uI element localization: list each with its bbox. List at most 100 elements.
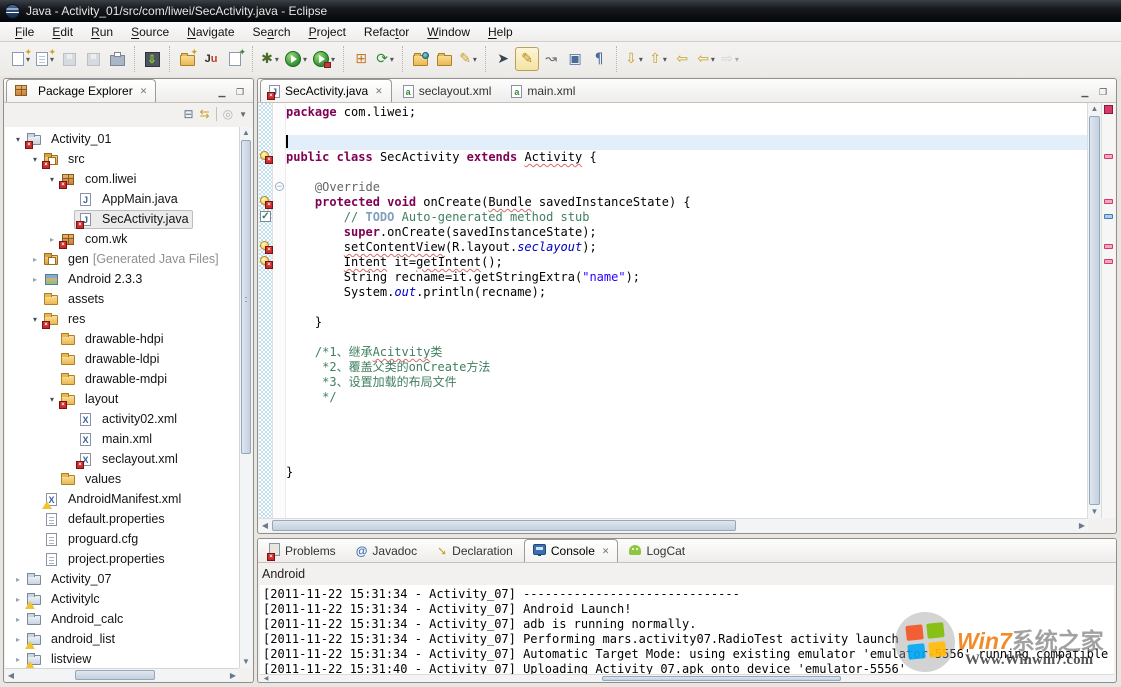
tree-item-android-2-3-3[interactable]: ▸Android 2.3.3 <box>5 269 239 289</box>
refresh-icon[interactable]: ⟳▾ <box>373 47 397 71</box>
menu-search[interactable]: Search <box>244 23 300 41</box>
menu-window[interactable]: Window <box>418 23 479 41</box>
tree-item-com-wk[interactable]: ▸×com.wk <box>5 229 239 249</box>
new-class-icon[interactable]: ✦ <box>223 47 247 71</box>
previous-annotation-icon[interactable]: ⇧▾ <box>646 47 670 71</box>
tree-item-layout[interactable]: ▾×layout <box>5 389 239 409</box>
menu-run[interactable]: Run <box>82 23 122 41</box>
scrollbar-thumb[interactable] <box>75 670 155 680</box>
error-overview-marker[interactable] <box>1104 199 1113 204</box>
tree-item-listview[interactable]: ▸listview <box>5 649 239 668</box>
tree-item-secactivity-java[interactable]: J×SecActivity.java <box>5 209 239 229</box>
android-sdk-manager-icon[interactable]: ⇩ <box>140 47 164 71</box>
console-tab-problems[interactable]: ×Problems <box>260 539 345 562</box>
save-icon[interactable] <box>57 47 81 71</box>
scroll-right-icon[interactable]: ▶ <box>227 669 239 681</box>
maximize-icon[interactable]: ❐ <box>233 86 247 98</box>
expand-arrow-icon[interactable]: ▸ <box>30 255 40 264</box>
scroll-left-icon[interactable]: ◀ <box>260 675 272 682</box>
new-java-package-icon[interactable]: ✦ <box>175 47 199 71</box>
expand-arrow-icon[interactable]: ▸ <box>13 615 23 624</box>
tree-item-default-properties[interactable]: default.properties <box>5 509 239 529</box>
tree-item-activity-01[interactable]: ▾×Activity_01 <box>5 129 239 149</box>
tree-item-android-calc[interactable]: ▸Android_calc <box>5 609 239 629</box>
console-tab-console[interactable]: Console✕ <box>524 539 619 562</box>
expand-arrow-icon[interactable]: ▸ <box>13 595 23 604</box>
scroll-right-icon[interactable]: ▶ <box>1076 519 1088 532</box>
tree-item-values[interactable]: values <box>5 469 239 489</box>
next-annotation-icon[interactable]: ⇩▾ <box>622 47 646 71</box>
tree-item-gen[interactable]: ▸gen [Generated Java Files] <box>5 249 239 269</box>
error-overview-marker[interactable] <box>1104 259 1113 264</box>
expand-arrow-icon[interactable]: ▸ <box>13 655 23 664</box>
collapse-arrow-icon[interactable]: ▾ <box>47 395 57 404</box>
open-task-icon[interactable] <box>408 47 432 71</box>
tree-item-main-xml[interactable]: Xmain.xml <box>5 429 239 449</box>
tree-item-activitylc[interactable]: ▸Activitylc <box>5 589 239 609</box>
console-output[interactable]: [2011-11-22 15:31:34 - Activity_07] ----… <box>260 585 1114 674</box>
maximize-icon[interactable]: ❐ <box>1096 86 1110 98</box>
filters-icon[interactable]: ◎ <box>223 107 233 121</box>
toggle-step-filters-icon[interactable]: ➤ <box>491 47 515 71</box>
close-icon[interactable]: ✕ <box>140 86 148 97</box>
expand-arrow-icon[interactable]: ▸ <box>13 635 23 644</box>
menu-project[interactable]: Project <box>300 23 355 41</box>
collapse-all-icon[interactable]: ⊟ <box>183 107 193 121</box>
tree-item-android-list[interactable]: ▸android_list <box>5 629 239 649</box>
tree-item-activity-07[interactable]: ▸Activity_07 <box>5 569 239 589</box>
error-lightbulb-icon[interactable]: × <box>259 195 273 209</box>
tree-item-seclayout-xml[interactable]: X×seclayout.xml <box>5 449 239 469</box>
console-tab-declaration[interactable]: ➘Declaration <box>428 539 522 562</box>
collapse-arrow-icon[interactable]: ▾ <box>30 315 40 324</box>
scrollbar-thumb[interactable] <box>1089 116 1100 505</box>
new-wizard-icon[interactable]: ✦▾ <box>9 47 33 71</box>
tree-item-project-properties[interactable]: project.properties <box>5 549 239 569</box>
forward-icon[interactable]: ⇨▾ <box>718 47 742 71</box>
tree-item-drawable-mdpi[interactable]: drawable-mdpi <box>5 369 239 389</box>
project-tree[interactable]: ▾×Activity_01▾×src▾×com.liweiJAppMain.ja… <box>5 127 239 668</box>
scroll-down-icon[interactable]: ▼ <box>240 656 252 668</box>
menu-file[interactable]: File <box>6 23 43 41</box>
error-lightbulb-icon[interactable]: × <box>259 150 273 164</box>
tree-item-proguard-cfg[interactable]: proguard.cfg <box>5 529 239 549</box>
scrollbar-thumb[interactable] <box>602 676 841 681</box>
expand-arrow-icon[interactable]: ▸ <box>13 575 23 584</box>
show-whitespace-icon[interactable]: ¶ <box>587 47 611 71</box>
junit-icon[interactable]: Ju <box>199 47 223 71</box>
task-check-icon[interactable]: ✓ <box>259 210 273 224</box>
new-menu-icon[interactable]: ✦▾ <box>33 47 57 71</box>
open-folder-icon[interactable] <box>432 47 456 71</box>
collapse-arrow-icon[interactable]: ▾ <box>30 155 40 164</box>
show-outline-icon[interactable]: ▣ <box>563 47 587 71</box>
open-perspective-icon[interactable]: ⊞ <box>349 47 373 71</box>
link-with-editor-icon[interactable]: ⇆ <box>200 107 210 121</box>
editor-tab-seclayout-xml[interactable]: aseclayout.xml <box>394 79 501 102</box>
tab-package-explorer[interactable]: Package Explorer ✕ <box>6 79 156 102</box>
menu-edit[interactable]: Edit <box>43 23 82 41</box>
collapse-arrow-icon[interactable]: ▾ <box>47 175 57 184</box>
tree-item-res[interactable]: ▾×res <box>5 309 239 329</box>
scroll-up-icon[interactable]: ▲ <box>240 127 252 139</box>
scroll-down-icon[interactable]: ▼ <box>1088 506 1101 518</box>
save-all-icon[interactable] <box>81 47 105 71</box>
editor-tab-main-xml[interactable]: amain.xml <box>502 79 584 102</box>
show-source-icon[interactable]: ↝ <box>539 47 563 71</box>
error-lightbulb-icon[interactable]: × <box>259 240 273 254</box>
tree-item-activity02-xml[interactable]: Xactivity02.xml <box>5 409 239 429</box>
scrollbar-thumb[interactable] <box>241 140 251 454</box>
tree-item-assets[interactable]: assets <box>5 289 239 309</box>
scroll-up-icon[interactable]: ▲ <box>1088 103 1101 115</box>
annotate-pen-icon[interactable]: ✎▾ <box>456 47 480 71</box>
expand-arrow-icon[interactable]: ▸ <box>30 275 40 284</box>
view-menu-icon[interactable]: ▼ <box>239 110 247 119</box>
console-tab-javadoc[interactable]: @Javadoc <box>347 539 426 562</box>
expand-arrow-icon[interactable]: ▸ <box>47 235 57 244</box>
tree-item-androidmanifest-xml[interactable]: XAndroidManifest.xml <box>5 489 239 509</box>
mark-occurrences-icon[interactable]: ✎ <box>515 47 539 71</box>
scrollbar-thumb[interactable] <box>272 520 736 531</box>
editor-tab-secactivity-java[interactable]: J×SecActivity.java✕ <box>260 79 392 102</box>
error-lightbulb-icon[interactable]: × <box>259 255 273 269</box>
menu-source[interactable]: Source <box>122 23 178 41</box>
fold-collapse-icon[interactable]: − <box>275 182 284 191</box>
last-edit-location-icon[interactable]: ⇦ <box>670 47 694 71</box>
